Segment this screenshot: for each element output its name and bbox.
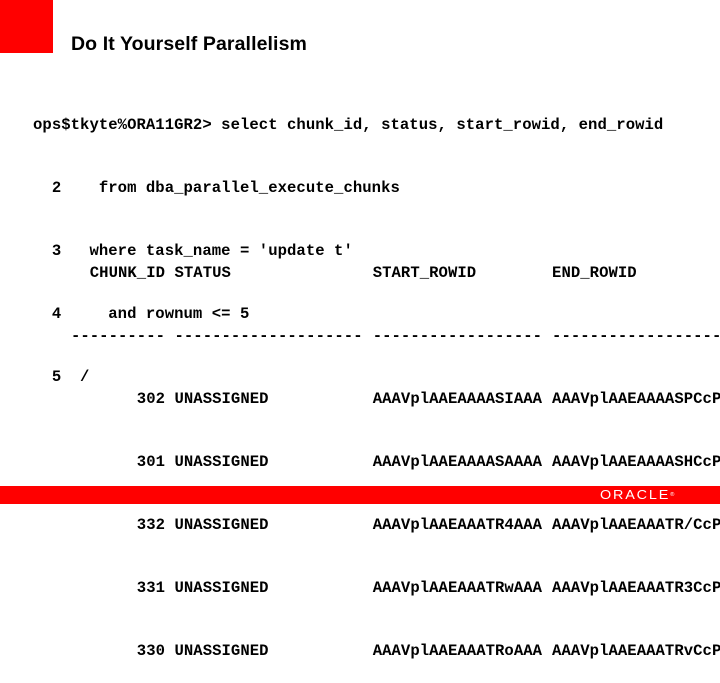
query-result-table: CHUNK_ID STATUS START_ROWID END_ROWID -----…: [33, 200, 720, 662]
cell-start-rowid: AAAVplAAEAAAASAAAA: [372, 453, 543, 471]
cell-end-rowid: AAAVplAAEAAATRvCcP: [552, 642, 720, 660]
table-separator-row: ---------- -------------------- ----------…: [33, 305, 720, 345]
table-row: 301 UNASSIGNED AAAVplAAEAAAASAAAA AAAVplAAE…: [33, 431, 720, 471]
cell-status: UNASSIGNED: [174, 390, 269, 408]
column-header-status: STATUS: [174, 264, 231, 282]
cell-chunk-id: 330: [136, 642, 166, 660]
cell-status: UNASSIGNED: [174, 579, 269, 597]
cell-end-rowid: AAAVplAAEAAATR3CcP: [552, 579, 720, 597]
sql-line-from: 2 from dba_parallel_execute_chunks: [33, 179, 400, 197]
cell-status: UNASSIGNED: [174, 642, 269, 660]
column-header-start-rowid: START_ROWID: [372, 264, 477, 282]
cell-chunk-id: 332: [136, 516, 166, 534]
separator-status: --------------------: [174, 327, 363, 345]
cell-end-rowid: AAAVplAAEAAATR/CcP: [552, 516, 720, 534]
cell-chunk-id: 302: [136, 390, 166, 408]
cell-chunk-id: 301: [136, 453, 166, 471]
oracle-logo-text: ORACLE: [600, 488, 671, 502]
cell-end-rowid: AAAVplAAEAAAASPCcP: [552, 390, 720, 408]
corner-accent-square: [0, 0, 53, 53]
cell-chunk-id: 331: [136, 579, 166, 597]
column-header-end-rowid: END_ROWID: [552, 264, 637, 282]
cell-status: UNASSIGNED: [174, 516, 269, 534]
separator-chunk-id: ----------: [70, 327, 166, 345]
cell-end-rowid: AAAVplAAEAAAASHCcP: [552, 453, 720, 471]
cell-start-rowid: AAAVplAAEAAATRoAAA: [372, 642, 543, 660]
table-row: 302 UNASSIGNED AAAVplAAEAAAASIAAA AAAVplAAE…: [33, 368, 720, 408]
sql-line-prompt: ops$tkyte%ORA11GR2> select chunk_id, sta…: [33, 116, 664, 134]
column-header-chunk-id: CHUNK_ID: [89, 264, 166, 282]
registered-mark: ®: [670, 492, 675, 498]
table-header-row: CHUNK_ID STATUS START_ROWID END_ROWID: [33, 242, 720, 282]
slide-title: Do It Yourself Parallelism: [71, 33, 307, 55]
oracle-logo-icon: ORACLE®: [600, 488, 674, 502]
separator-end-rowid: ------------------: [552, 327, 720, 345]
table-row: 330 UNASSIGNED AAAVplAAEAAATRoAAA AAAVplAAE…: [33, 620, 720, 660]
separator-start-rowid: ------------------: [372, 327, 543, 345]
cell-start-rowid: AAAVplAAEAAAASIAAA: [372, 390, 543, 408]
table-row: 331 UNASSIGNED AAAVplAAEAAATRwAAA AAAVplAAE…: [33, 557, 720, 597]
cell-status: UNASSIGNED: [174, 453, 269, 471]
cell-start-rowid: AAAVplAAEAAATR4AAA: [372, 516, 543, 534]
cell-start-rowid: AAAVplAAEAAATRwAAA: [372, 579, 543, 597]
